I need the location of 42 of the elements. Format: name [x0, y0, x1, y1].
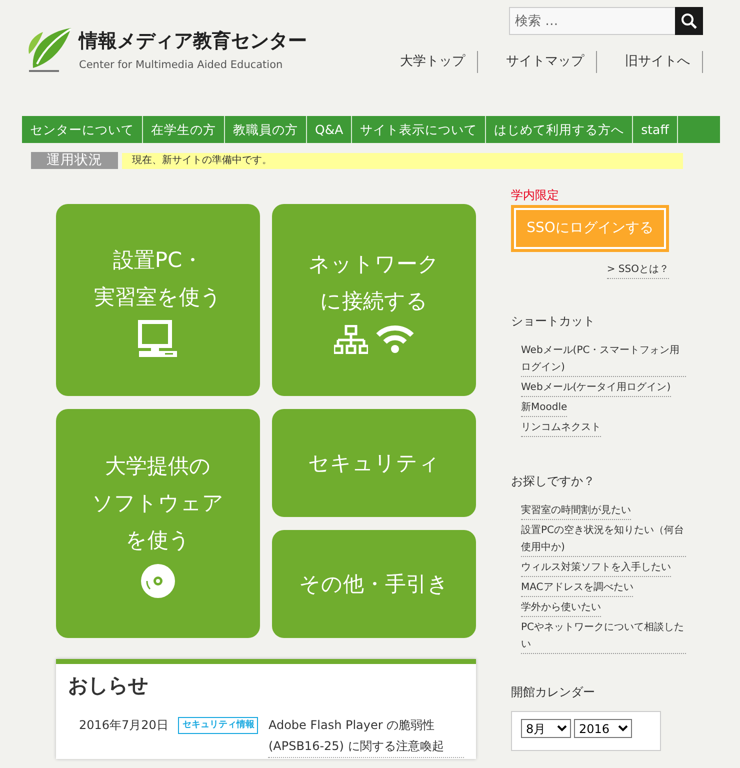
news-heading: おしらせ: [68, 672, 149, 699]
status-label: 運用状況: [31, 152, 118, 169]
news-link[interactable]: Adobe Flash Player の脆弱性 (APSB16-25) に関する注意喚起: [268, 715, 464, 758]
sidebar-link[interactable]: リンコムネクスト: [521, 419, 601, 437]
sso-info-link[interactable]: > SSOとは？: [606, 262, 669, 279]
sidebar-link[interactable]: Webメール(PC・スマートフォン用ログイン): [521, 342, 686, 377]
sidebar-link[interactable]: 実習室の時間割が見たい: [521, 502, 631, 520]
sidebar-link[interactable]: MACアドレスを調べたい: [521, 579, 634, 597]
computer-icon: [137, 320, 179, 358]
site-subtitle: Center for Multimedia Aided Education: [79, 58, 284, 70]
search-field[interactable]: 検索 …: [509, 7, 675, 35]
search-button[interactable]: [675, 7, 703, 35]
network-icon: [334, 325, 368, 354]
sidebar-link[interactable]: 学外から使いたい: [521, 599, 601, 617]
nav-item[interactable]: センターについて: [22, 116, 143, 143]
nav-item[interactable]: Q&A: [307, 116, 352, 143]
disc-icon: [140, 563, 176, 599]
section-heading: お探しですか？: [511, 473, 596, 490]
status-message: 現在、新サイトの準備中です。: [122, 152, 683, 168]
restricted-label: 学内限定: [511, 188, 560, 202]
top-link[interactable]: サイトマップ: [478, 51, 597, 73]
site-title[interactable]: 情報メディア教育センター: [79, 28, 307, 54]
news-date: 2016年7月20日: [79, 717, 168, 734]
search-icon: [681, 13, 697, 29]
sidebar-link[interactable]: ウィルス対策ソフトを入手したい: [521, 559, 671, 577]
sidebar-link[interactable]: 設置PCの空き状況を知りたい（何台使用中か): [521, 522, 686, 557]
nav-item[interactable]: 在学生の方: [143, 116, 225, 143]
wifi-icon: [376, 324, 414, 354]
year-select[interactable]: 2016: [574, 719, 632, 738]
nav-item[interactable]: はじめて利用する方へ: [486, 116, 634, 143]
month-select[interactable]: 8月: [521, 719, 571, 738]
nav-item[interactable]: サイト表示について: [352, 116, 486, 143]
sidebar-link[interactable]: Webメール(ケータイ用ログイン): [521, 379, 671, 397]
nav-item[interactable]: staff: [633, 116, 678, 143]
top-link[interactable]: 大学トップ: [400, 51, 478, 73]
nav-item[interactable]: 教職員の方: [225, 116, 307, 143]
section-heading: 開館カレンダー: [511, 684, 596, 701]
category-tag: セキュリティ情報: [178, 717, 258, 734]
top-link[interactable]: 旧サイトへ: [597, 51, 703, 73]
sidebar-link[interactable]: 新Moodle: [521, 399, 568, 417]
section-heading: ショートカット: [511, 313, 596, 330]
sidebar-link[interactable]: PCやネットワークについて相談したい: [521, 619, 686, 654]
